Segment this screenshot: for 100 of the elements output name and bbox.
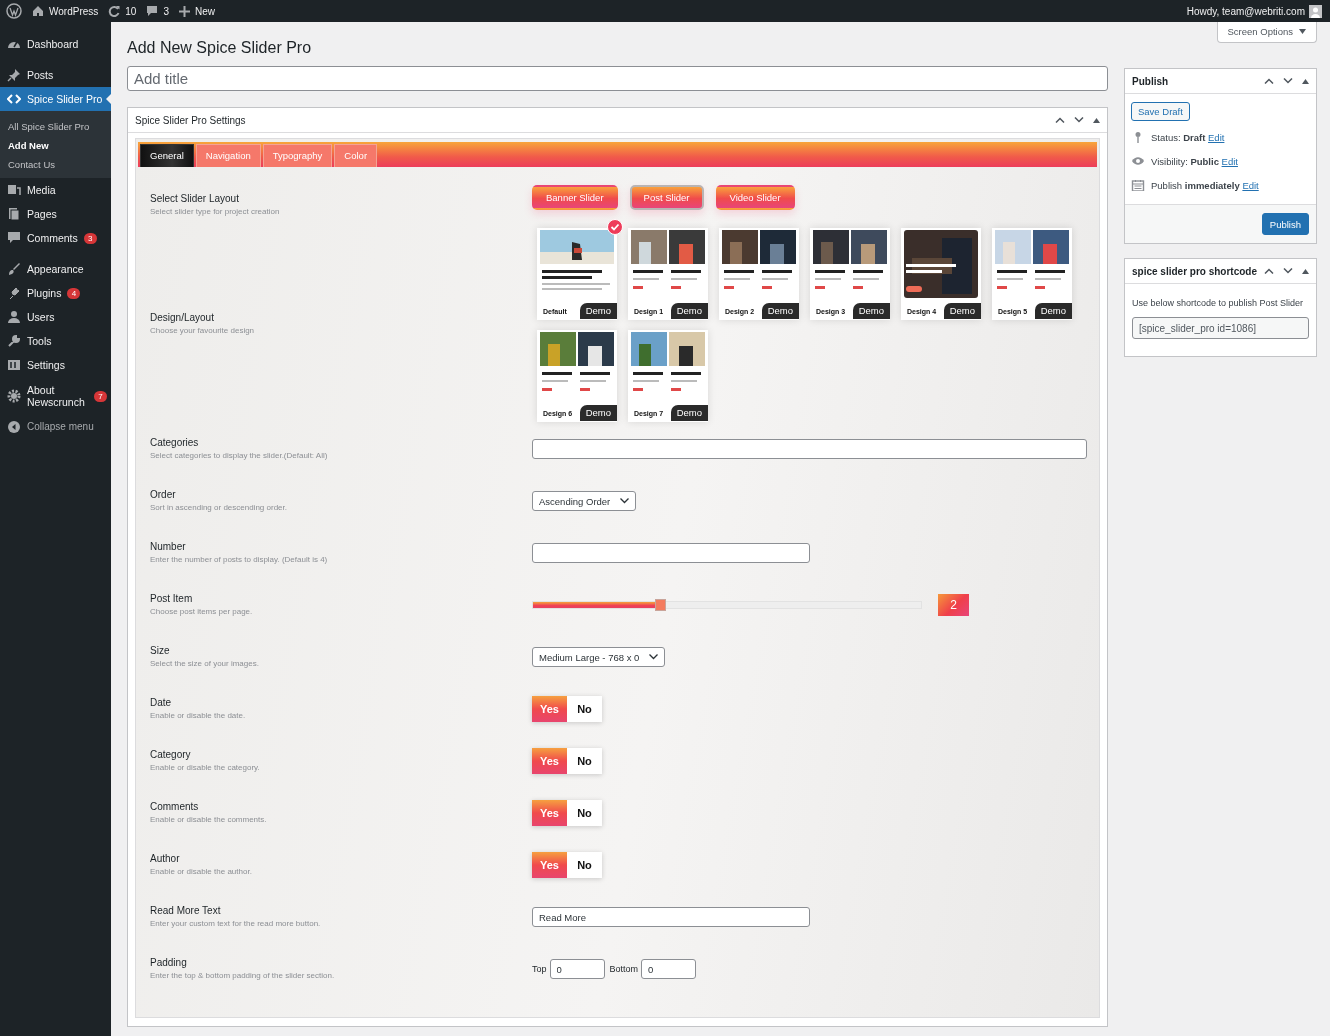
tab[interactable]: General [140,144,194,167]
menu-item[interactable]: Users [0,305,111,329]
slider-handle[interactable] [655,599,667,611]
field-label: Design/Layout [150,311,215,323]
demo-button[interactable]: Demo [1034,302,1072,319]
collapse-menu[interactable]: Collapse menu [0,415,111,439]
field-label: Top [532,964,547,974]
field-description: Enter your custom text for the read more button. [150,918,322,928]
submenu-item[interactable]: Contact Us [0,155,111,174]
screen-options-button[interactable]: Screen Options [1216,22,1317,43]
edit-link[interactable]: Edit [1221,155,1238,167]
menu-item[interactable]: Plugins 4 [0,281,111,305]
input-field[interactable]: 0 [641,959,697,979]
menu-item[interactable]: Dashboard [0,32,111,56]
field-description: Enable or disable the comments. [150,814,268,824]
publish-info: Visibility: Public Edit [1151,155,1238,167]
chevron-up-icon [1264,78,1274,84]
dropdown[interactable]: Ascending Order [532,491,637,511]
help-text: Use below shortcode to publish Post Slider [1132,298,1305,308]
menu-item[interactable]: Posts [0,63,111,87]
layout-button[interactable]: Banner Slider [532,185,618,210]
submenu-item[interactable]: Add New [0,136,111,155]
field-description: Select the size of your images. [150,658,260,668]
greeting[interactable]: Howdy, team@webriti.com [1186,5,1305,17]
count-badge: 3 [83,232,97,244]
chevron-up-icon [1055,117,1065,123]
site-link[interactable]: WordPress [32,5,99,17]
slider-value: 2 [938,594,969,616]
save-draft-button[interactable]: Save Draft [1131,102,1190,121]
field-label: Category [150,748,192,760]
box-title: Publish [1132,75,1169,87]
media-icon [7,183,21,197]
publish-info: Publish immediately Edit [1151,179,1259,191]
title-field[interactable]: Add title [127,66,1108,91]
edit-link[interactable]: Edit [1208,131,1225,143]
field-label: Size [150,644,171,656]
demo-button[interactable]: Demo [943,302,981,319]
field-description: Select slider type for project creation [150,206,281,216]
layout-button[interactable]: Post Slider [629,185,704,210]
comments-count[interactable]: 3 [163,5,169,17]
menu-item[interactable]: Pages [0,202,111,226]
edit-link[interactable]: Edit [1242,179,1259,191]
layout-button[interactable]: Video Slider [715,185,795,210]
field-description: Select categories to display the slider.(Default: All) [150,450,329,460]
chevron-down-icon [1283,78,1293,84]
site-name[interactable]: WordPress [49,5,99,17]
wrench-icon [7,334,21,348]
publish-button[interactable]: Publish [1261,213,1309,235]
toggle-option[interactable]: No [567,696,602,722]
menu-item[interactable]: Appearance [0,257,111,281]
demo-button[interactable]: Demo [579,404,617,421]
toggle-option[interactable]: No [567,800,602,826]
input-field[interactable]: Read More [532,907,810,927]
updates-count[interactable]: 10 [125,5,137,17]
toggle-option[interactable]: Yes [532,748,567,774]
chevron-down-icon [620,498,630,504]
brush-icon [7,262,21,276]
collapse-icon [7,420,21,434]
shortcode-field[interactable]: [spice_slider_pro id=1086] [1132,317,1309,339]
submenu-item[interactable]: All Spice Slider Pro [0,117,111,136]
menu-item[interactable]: Media [0,178,111,202]
menu-item[interactable]: Spice Slider Pro [0,87,111,111]
avatar-icon [1309,4,1322,18]
count-badge: 4 [67,287,81,299]
settings-icon [7,358,21,372]
field-label: Select Slider Layout [150,192,240,204]
input-field[interactable]: 0 [549,959,605,979]
menu-item[interactable]: About Newscrunch 7 [0,384,111,408]
menu-item[interactable]: Tools [0,329,111,353]
menu-item[interactable]: Comments 3 [0,226,111,250]
toggle-option[interactable]: No [567,748,602,774]
eye-icon [1131,155,1145,167]
toggle-option[interactable]: Yes [532,852,567,878]
field-label: Post Item [150,592,194,604]
input-field[interactable] [532,543,810,563]
demo-button[interactable]: Demo [761,302,799,319]
demo-button[interactable]: Demo [670,302,708,319]
chevron-down-icon [1283,268,1293,274]
demo-button[interactable]: Demo [852,302,890,319]
input-field[interactable] [532,439,1087,459]
pin-icon [7,68,21,82]
triangle-up-icon [1302,78,1309,84]
checkmark-icon [607,218,623,235]
demo-button[interactable]: Demo [579,302,617,319]
field-label: Padding [150,956,188,968]
field-label: Number [150,540,187,552]
new-link[interactable]: New [194,5,215,17]
chevron-down-icon [649,654,659,660]
plus-icon [178,5,190,17]
field-label: Comments [150,800,200,812]
toggle-option[interactable]: No [567,852,602,878]
field-label: Categories [150,436,200,448]
dropdown[interactable]: Medium Large - 768 x 0 [532,647,666,667]
toggle-option[interactable]: Yes [532,800,567,826]
field-description: Enable or disable the date. [150,710,247,720]
page-title: Add New Spice Slider Pro [127,39,313,57]
menu-item[interactable]: Settings [0,353,111,377]
toggle-option[interactable]: Yes [532,696,567,722]
field-description: Choose your favourite design [150,325,256,335]
demo-button[interactable]: Demo [670,404,708,421]
